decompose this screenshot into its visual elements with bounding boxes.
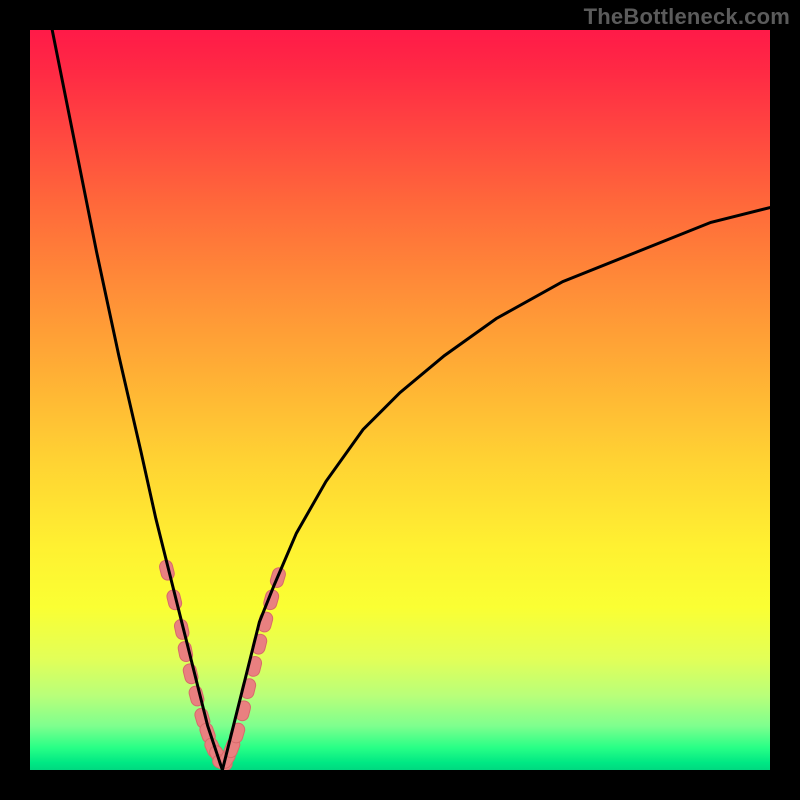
curve-layer (30, 30, 770, 770)
chart-frame: TheBottleneck.com (0, 0, 800, 800)
curve-right-branch (222, 208, 770, 770)
plot-area (30, 30, 770, 770)
watermark-text: TheBottleneck.com (584, 4, 790, 30)
curve-left-branch (52, 30, 222, 770)
marker-layer (158, 559, 287, 770)
